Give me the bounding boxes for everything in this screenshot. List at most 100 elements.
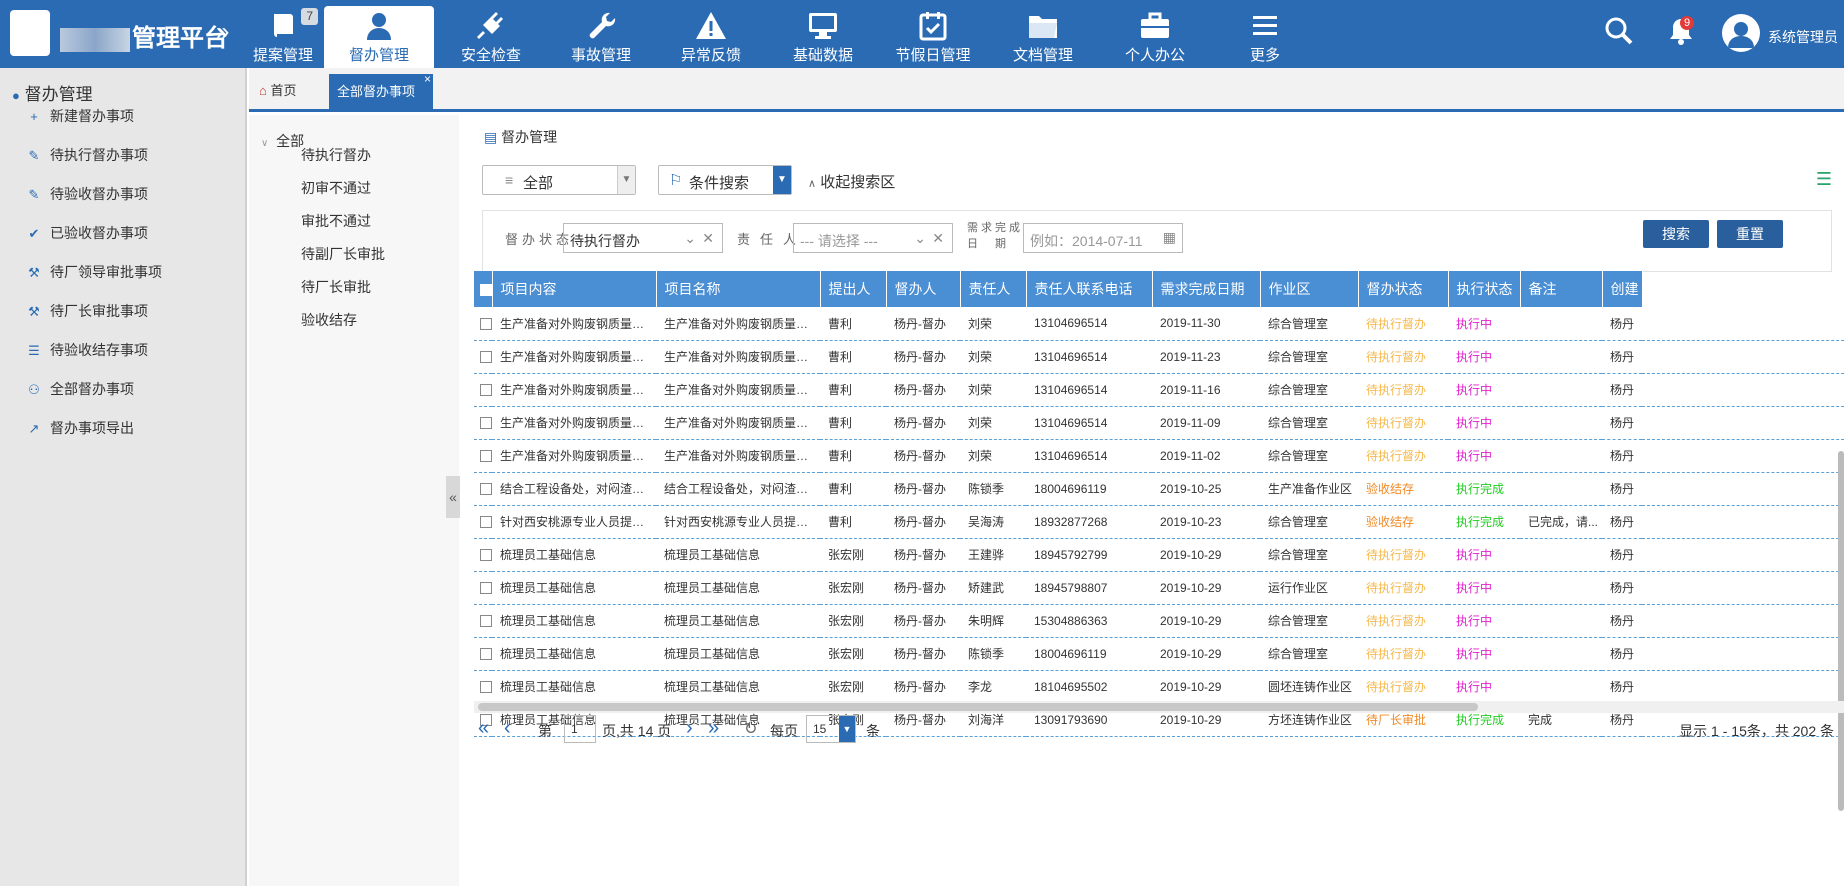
refresh-icon[interactable]: ↻ — [744, 719, 757, 739]
row-select-cell[interactable] — [474, 373, 492, 407]
sidebar-item-export[interactable]: ↗ 督办事项导出 — [26, 418, 134, 442]
row-select-cell[interactable] — [474, 406, 492, 440]
sidebar-item-pending-accept[interactable]: ✎ 待验收督办事项 — [26, 184, 148, 208]
last-page-icon[interactable]: » — [708, 717, 719, 740]
table-cell: 2019-10-29 — [1152, 637, 1260, 671]
tree-item[interactable]: 审批不通过 — [301, 211, 371, 231]
table-row[interactable]: 生产准备对外购废钢质量、需... 生产准备对外购废钢质量、需... 曹利 杨丹-督办刘… — [474, 307, 1844, 341]
sidebar-item-all[interactable]: ⚇ 全部督办事项 — [26, 379, 134, 403]
row-select-cell[interactable] — [474, 637, 492, 671]
search-button[interactable]: 搜索 — [1643, 220, 1709, 248]
sidebar-item-director-approval[interactable]: ⚒ 待厂长审批事项 — [26, 301, 148, 325]
column-header[interactable]: 督办人 — [886, 271, 961, 307]
date-filter-input[interactable]: 例如：2014-07-11 ▦ — [1023, 223, 1183, 253]
tree-item[interactable]: 验收结存 — [301, 310, 357, 330]
row-select-cell[interactable] — [474, 307, 492, 341]
avatar[interactable] — [1722, 14, 1760, 52]
tree-root[interactable]: ∨ 全部 — [261, 131, 304, 151]
nav-exception[interactable]: 异常反馈 — [646, 6, 776, 68]
row-checkbox[interactable] — [480, 549, 492, 562]
row-checkbox[interactable] — [480, 582, 492, 595]
table-row[interactable]: 梳理员工基础信息 梳理员工基础信息 张宏刚 杨丹-督办 李龙 18104695502 201… — [474, 670, 1844, 704]
table-row[interactable]: 梳理员工基础信息 梳理员工基础信息 张宏刚 杨丹-督办 矫建武 18945798807 20… — [474, 571, 1844, 605]
sidebar-item-pending-exec[interactable]: ✎ 待执行督办事项 — [26, 145, 148, 169]
row-checkbox[interactable] — [480, 681, 492, 694]
page-size-select[interactable]: 15 ▼ — [806, 715, 856, 743]
search-icon[interactable] — [1604, 16, 1634, 46]
row-select-cell[interactable] — [474, 505, 492, 539]
table-row[interactable]: 生产准备对外购废钢质量、需... 生产准备对外购废钢质量、需... 曹利 杨丹-督办刘… — [474, 439, 1844, 473]
first-page-icon[interactable]: « — [478, 717, 489, 740]
nav-supervision[interactable]: 督办管理 — [324, 6, 434, 68]
row-select-cell[interactable] — [474, 340, 492, 374]
calendar-icon[interactable]: ▦ — [1163, 229, 1176, 246]
row-checkbox[interactable] — [480, 516, 492, 529]
column-header[interactable]: 项目名称 — [656, 271, 821, 307]
table-row[interactable]: 针对西安桃源专业人员提出的... 针对西安桃源专业人员提出的... 曹利 杨丹-督办吴… — [474, 505, 1844, 539]
column-header[interactable]: 作业区 — [1260, 271, 1359, 307]
column-header[interactable]: 责任人联系电话 — [1026, 271, 1153, 307]
table-row[interactable]: 梳理员工基础信息 梳理员工基础信息 张宏刚 杨丹-督办 朱明辉 15304886363 20… — [474, 604, 1844, 638]
close-icon[interactable]: × — [424, 62, 431, 97]
username[interactable]: 系统管理员 — [1768, 27, 1838, 47]
row-select-cell[interactable] — [474, 604, 492, 638]
horizontal-scrollbar[interactable] — [474, 701, 1844, 713]
tree-collapse-icon[interactable]: « — [446, 476, 460, 518]
prev-page-icon[interactable]: ‹ — [504, 717, 511, 740]
row-select-cell[interactable] — [474, 670, 492, 704]
table-row[interactable]: 生产准备对外购废钢质量、需... 生产准备对外购废钢质量、需... 曹利 杨丹-督办刘… — [474, 406, 1844, 440]
nav-more[interactable]: 更多 — [1200, 6, 1330, 68]
row-checkbox[interactable] — [480, 384, 492, 397]
row-checkbox[interactable] — [480, 318, 492, 331]
table-row[interactable]: 生产准备对外购废钢质量、需... 生产准备对外购废钢质量、需... 曹利 杨丹-督办刘… — [474, 340, 1844, 374]
column-header[interactable]: 需求完成日期 — [1152, 271, 1261, 307]
sidebar-item-accepted[interactable]: ✔ 已验收督办事项 — [26, 223, 148, 247]
select-all-checkbox[interactable] — [480, 284, 491, 297]
column-header[interactable]: 备注 — [1520, 271, 1603, 307]
table-row[interactable]: 生产准备对外购废钢质量、需... 生产准备对外购废钢质量、需... 曹利 杨丹-督办刘… — [474, 373, 1844, 407]
sidebar-item-new[interactable]: + 新建督办事项 — [26, 106, 134, 130]
column-header[interactable]: 提出人 — [820, 271, 887, 307]
row-checkbox[interactable] — [480, 648, 492, 661]
clear-icon[interactable]: ✕ — [702, 230, 714, 247]
row-select-cell[interactable] — [474, 538, 492, 572]
page-input[interactable]: 1 — [564, 715, 596, 743]
column-header[interactable]: 督办状态 — [1358, 271, 1449, 307]
clear-icon[interactable]: ✕ — [932, 230, 944, 247]
column-header[interactable]: 创建 — [1602, 271, 1643, 307]
tree-item[interactable]: 待厂长审批 — [301, 277, 371, 297]
row-checkbox[interactable] — [480, 615, 492, 628]
column-header[interactable]: 执行状态 — [1448, 271, 1521, 307]
row-select-cell[interactable] — [474, 439, 492, 473]
sidebar-item-storage[interactable]: ☰ 待验收结存事项 — [26, 340, 148, 364]
tree-item[interactable]: 待执行督办 — [301, 145, 371, 165]
column-header[interactable]: 项目内容 — [492, 271, 657, 307]
tree-item[interactable]: 初审不通过 — [301, 178, 371, 198]
select-all-cell[interactable] — [474, 271, 493, 307]
column-header[interactable]: 责任人 — [960, 271, 1027, 307]
table-row[interactable]: 梳理员工基础信息 梳理员工基础信息 张宏刚 杨丹-督办 陈锁季 18004696119 20… — [474, 637, 1844, 671]
sidebar-item-leader-approval[interactable]: ⚒ 待厂领导审批事项 — [26, 262, 162, 286]
tree-item[interactable]: 待副厂长审批 — [301, 244, 385, 264]
list-view-icon[interactable]: ☰ — [1816, 169, 1832, 190]
next-page-icon[interactable]: › — [686, 717, 693, 740]
scope-select[interactable]: ≡ 全部 ▼ — [482, 165, 636, 195]
row-checkbox[interactable] — [480, 450, 492, 463]
status-filter-select[interactable]: 待执行督办 ⌄ ✕ — [563, 223, 723, 253]
row-select-cell[interactable] — [474, 472, 492, 506]
row-checkbox[interactable] — [480, 417, 492, 430]
table-row[interactable]: 结合工程设备处，对闷渣池修... 结合工程设备处，对闷渣池修... 曹利 杨丹-督办陈… — [474, 472, 1844, 506]
person-filter-select[interactable]: --- 请选择 --- ⌄ ✕ — [793, 223, 953, 253]
tab-all-supervision[interactable]: 全部督办事项 × — [329, 72, 433, 109]
collapse-search-toggle[interactable]: ∧ 收起搜索区 — [808, 171, 895, 192]
vertical-scrollbar[interactable] — [1838, 451, 1844, 811]
tab-home[interactable]: ⌂ 首页 — [259, 80, 297, 99]
reset-button[interactable]: 重置 — [1717, 220, 1783, 248]
row-select-cell[interactable] — [474, 571, 492, 605]
row-checkbox[interactable] — [480, 351, 492, 364]
row-checkbox[interactable] — [480, 483, 492, 496]
condition-search-button[interactable]: ⚐ 条件搜索 ▼ — [658, 165, 792, 195]
nav-document[interactable]: 文档管理 — [978, 6, 1108, 68]
table-row[interactable]: 梳理员工基础信息 梳理员工基础信息 张宏刚 杨丹-督办 王建骅 18945792799 20… — [474, 538, 1844, 572]
scrollbar-thumb[interactable] — [478, 703, 1478, 711]
